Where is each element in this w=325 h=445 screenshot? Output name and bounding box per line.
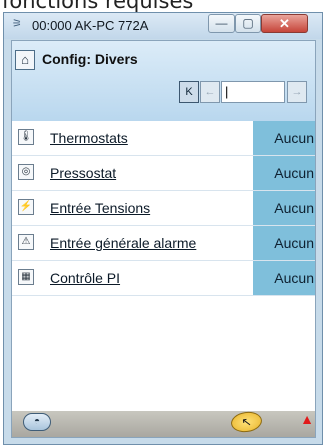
home-icon: ⌂ <box>21 52 29 67</box>
page-title: Config: Divers <box>42 51 138 67</box>
alarm-bell-icon[interactable]: ▲ <box>300 411 314 427</box>
thermostat-icon: 🌡 <box>18 129 34 145</box>
page-input[interactable]: | <box>221 81 285 103</box>
row-label[interactable]: Thermostats <box>50 130 128 146</box>
connection-status-icon[interactable]: ◓ <box>23 413 51 431</box>
row-label[interactable]: Contrôle PI <box>50 270 120 286</box>
window-title: 00:000 AK-PC 772A <box>32 18 149 33</box>
row-value[interactable]: Aucun <box>253 121 315 155</box>
back-arrow-icon[interactable]: ↖ <box>229 409 264 435</box>
header-bar: ⌂ Config: Divers K ← | → <box>12 41 315 121</box>
voltage-input-icon: ⚡ <box>18 199 34 215</box>
client-area: ⌂ Config: Divers K ← | → 🌡 Thermostats A… <box>11 40 316 438</box>
row-value[interactable]: Aucun <box>253 226 315 260</box>
pi-control-icon: ▦ <box>18 269 34 285</box>
alarm-input-icon: ⚠ <box>18 234 34 250</box>
list-item[interactable]: ⚡ Entrée Tensions Aucun <box>12 191 315 226</box>
connection-icon: ⚞ <box>12 18 22 30</box>
row-value[interactable]: Aucun <box>253 261 315 295</box>
row-label[interactable]: Entrée Tensions <box>50 200 150 216</box>
bottom-toolbar: ◓ ↖ ▲ <box>12 409 315 437</box>
app-window: ⚞ 00:000 AK-PC 772A — ▢ ✕ ⌂ Config: Dive… <box>3 12 323 445</box>
home-button[interactable]: ⌂ <box>15 50 35 70</box>
pressure-gauge-icon: ◎ <box>18 164 34 180</box>
row-label[interactable]: Pressostat <box>50 165 116 181</box>
row-value[interactable]: Aucun <box>253 191 315 225</box>
previous-page-button[interactable]: ← <box>200 81 220 103</box>
row-label[interactable]: Entrée générale alarme <box>50 235 196 251</box>
next-page-button[interactable]: → <box>287 81 307 103</box>
close-button[interactable]: ✕ <box>261 14 308 33</box>
first-page-button[interactable]: K <box>179 81 199 103</box>
title-bar[interactable]: ⚞ 00:000 AK-PC 772A — ▢ ✕ <box>4 13 322 39</box>
row-value[interactable]: Aucun <box>253 156 315 190</box>
minimize-button[interactable]: — <box>208 14 235 33</box>
list-item[interactable]: ◎ Pressostat Aucun <box>12 156 315 191</box>
maximize-button[interactable]: ▢ <box>235 14 261 33</box>
list-item[interactable]: ⚠ Entrée générale alarme Aucun <box>12 226 315 261</box>
list-item[interactable]: ▦ Contrôle PI Aucun <box>12 261 315 296</box>
list-item[interactable]: 🌡 Thermostats Aucun <box>12 121 315 156</box>
